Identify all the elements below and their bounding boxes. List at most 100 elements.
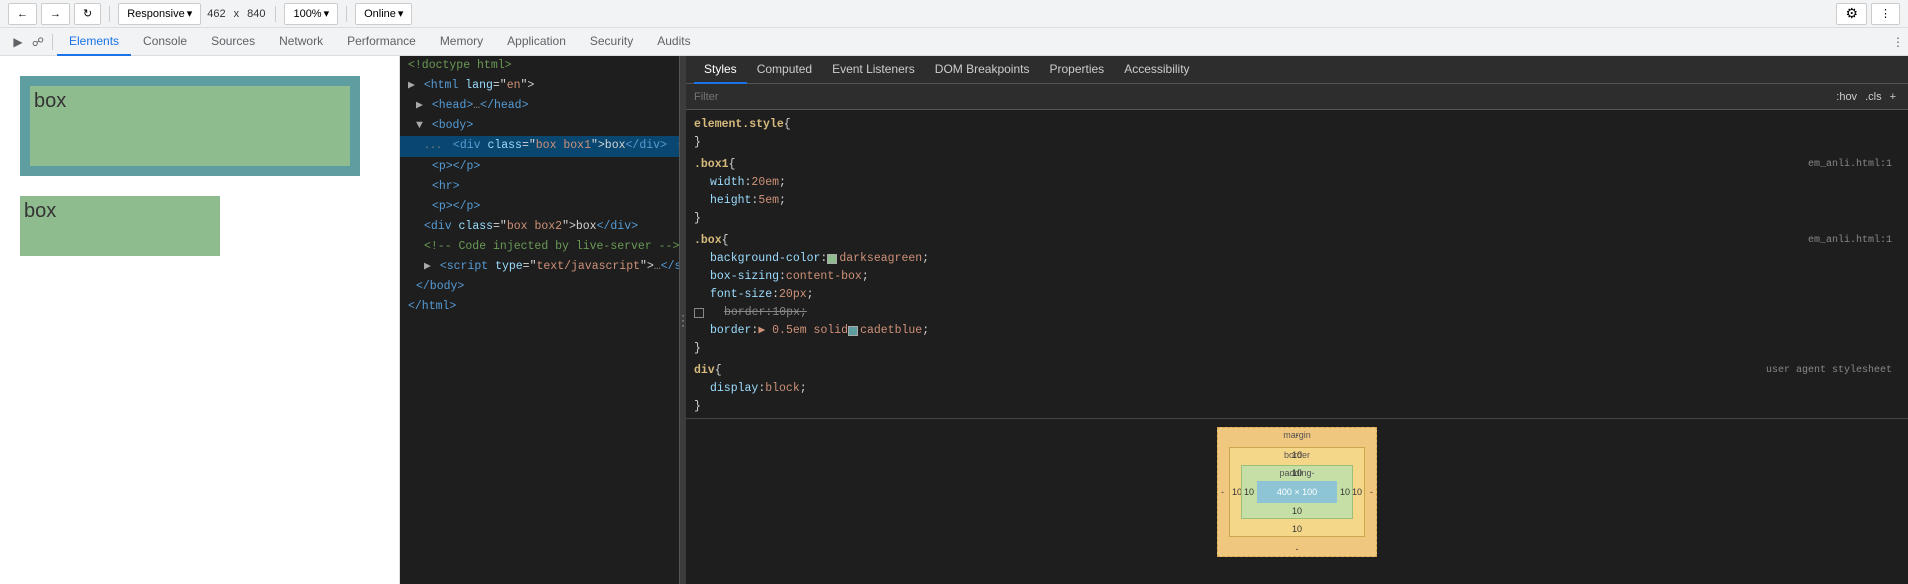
html-html-close-line: </html> (400, 297, 679, 317)
box-bgcolor-line: background-color : darkseagreen ; (694, 250, 1900, 268)
box-bgcolor-prop[interactable]: background-color (694, 250, 820, 268)
network-dropdown-icon: ▾ (398, 7, 404, 20)
box1-height-prop[interactable]: height (694, 192, 751, 210)
inspect-icon[interactable]: ▶ (8, 32, 28, 52)
tab-application[interactable]: Application (495, 28, 578, 56)
dots-button[interactable]: ... (424, 141, 442, 152)
html-body-line: <body> (400, 116, 679, 136)
html-p2-line: <p></p> (400, 197, 679, 217)
refresh-button[interactable]: ↻ (74, 3, 101, 25)
box1-selector-line: .box1 { em_anli.html:1 (694, 156, 1900, 174)
zoom-button[interactable]: 100% ▾ (284, 3, 338, 25)
tab-security[interactable]: Security (578, 28, 645, 56)
separator (109, 6, 110, 22)
back-button[interactable]: ← (8, 3, 37, 25)
box-selector-line: .box { em_anli.html:1 (694, 232, 1900, 250)
box1-file-ref[interactable]: em_anli.html:1 (1808, 156, 1892, 174)
tab-properties[interactable]: Properties (1039, 56, 1114, 84)
width-value: 462 (207, 8, 225, 20)
tab-styles[interactable]: Styles (694, 56, 747, 84)
settings-button[interactable]: ⚙ (1836, 3, 1867, 25)
cadetblue-swatch[interactable] (848, 326, 858, 336)
html-comment-line: <!-- Code injected by live-server --> (400, 237, 679, 257)
tab-separator (52, 34, 53, 50)
div-selector: div (694, 362, 715, 380)
tab-performance[interactable]: Performance (335, 28, 428, 56)
box-fontsize-val[interactable]: 20px (779, 286, 807, 304)
box1-selector: .box1 (694, 156, 729, 174)
hov-button[interactable]: :hov (1832, 91, 1861, 103)
element-style-selector-line: element.style { (694, 116, 1900, 134)
box-border-strike-val[interactable]: 10px (772, 304, 800, 322)
tab-computed[interactable]: Computed (747, 56, 822, 84)
box-border-line: border : ▶ 0.5em solid cadetblue ; (694, 322, 1900, 340)
margin-left-val: - (1221, 487, 1224, 497)
darkseagreen-swatch[interactable] (827, 254, 837, 264)
tab-security-label: Security (590, 34, 633, 48)
tab-console[interactable]: Console (131, 28, 199, 56)
forward-button[interactable]: → (41, 3, 70, 25)
responsive-button[interactable]: Responsive ▾ (118, 3, 201, 25)
tab-elements[interactable]: Elements (57, 28, 131, 56)
css-div: div { user agent stylesheet display : bl… (686, 360, 1908, 418)
css-box1: .box1 { em_anli.html:1 width : 20em ; he… (686, 154, 1908, 230)
filter-input[interactable] (694, 91, 1832, 103)
device-icon[interactable]: ☍ (28, 32, 48, 52)
box-file-ref[interactable]: em_anli.html:1 (1808, 232, 1892, 250)
box-bgcolor-val[interactable]: darkseagreen (839, 250, 922, 268)
div-display-prop[interactable]: display (694, 380, 758, 398)
html-script-line: <script type="text/javascript">…</script… (400, 257, 679, 277)
tab-network[interactable]: Network (267, 28, 335, 56)
div-display-val[interactable]: block (765, 380, 800, 398)
responsive-label: Responsive (127, 8, 184, 20)
cls-button[interactable]: .cls (1861, 91, 1886, 103)
styles-tab-label: Styles (704, 62, 737, 76)
add-rule-button[interactable]: + (1886, 91, 1900, 103)
tab-memory[interactable]: Memory (428, 28, 495, 56)
box-fontsize-prop[interactable]: font-size (694, 286, 772, 304)
box-fontsize-line: font-size : 20px ; (694, 286, 1900, 304)
box-boxsizing-val[interactable]: content-box (786, 268, 862, 286)
more-tabs-icon[interactable]: ⋮ (1888, 32, 1908, 52)
html-doctype-line: <!doctype html> (400, 56, 679, 76)
filter-bar: :hov .cls + (686, 84, 1908, 110)
more-button[interactable]: ⋮ (1871, 3, 1900, 25)
tab-application-label: Application (507, 34, 566, 48)
dom-breakpoints-tab-label: DOM Breakpoints (935, 62, 1030, 76)
div-close-line: } (694, 398, 1900, 416)
x-label: x (234, 8, 240, 20)
box1-height-val[interactable]: 5em (758, 192, 779, 210)
html-hr-line: <hr> (400, 177, 679, 197)
box1-close-line: } (694, 210, 1900, 228)
network-button[interactable]: Online ▾ (355, 3, 412, 25)
tab-dom-breakpoints[interactable]: DOM Breakpoints (925, 56, 1040, 84)
bm-content: 400 × 100 (1257, 481, 1337, 503)
html-div-box1-line[interactable]: ... <div class="box box1">box</div> == $… (400, 136, 679, 157)
tab-network-label: Network (279, 34, 323, 48)
box1-text: box (34, 90, 66, 112)
body-triangle[interactable] (416, 119, 423, 132)
tab-sources[interactable]: Sources (199, 28, 267, 56)
head-triangle[interactable] (416, 99, 423, 112)
html-p1-line: <p></p> (400, 157, 679, 177)
div-selector-line: div { user agent stylesheet (694, 362, 1900, 380)
border-right-val: 10 (1352, 487, 1362, 497)
box-border-prop[interactable]: border (694, 322, 751, 340)
border-checkbox[interactable] (694, 308, 704, 318)
html-triangle[interactable] (408, 79, 415, 92)
box1-width-prop[interactable]: width (694, 174, 745, 192)
tab-audits[interactable]: Audits (645, 28, 702, 56)
box1-element: box (20, 76, 360, 176)
tab-event-listeners[interactable]: Event Listeners (822, 56, 925, 84)
border-top-val: 10 (1292, 450, 1302, 460)
box-border-color-val[interactable]: cadetblue (860, 322, 922, 340)
margin-top-val: - (1296, 430, 1299, 440)
border-bottom-val: 10 (1292, 524, 1302, 534)
box-border-val[interactable]: ▶ 0.5em solid (758, 322, 848, 340)
padding-top-val: 10 (1292, 468, 1302, 478)
box1-width-val[interactable]: 20em (751, 174, 779, 192)
script-triangle[interactable] (424, 260, 431, 273)
tab-accessibility[interactable]: Accessibility (1114, 56, 1199, 84)
box-boxsizing-prop[interactable]: box-sizing (694, 268, 779, 286)
box-border-strike-prop[interactable]: border (708, 304, 765, 322)
